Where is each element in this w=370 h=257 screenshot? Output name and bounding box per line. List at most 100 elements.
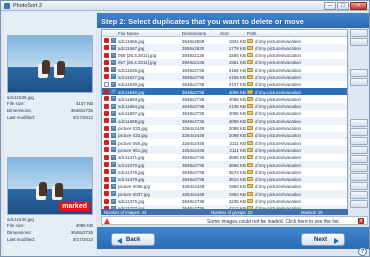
table-row[interactable]: picture 032.jpg 3264x2448 2098 KB d:\my pic… [102,131,347,140]
action-button[interactable] [350,69,368,77]
size-cell: 4096 KB [228,89,246,95]
table-row[interactable]: sdc11378.jpg 3648x2736 3674 KB d:\my pictur… [102,168,347,175]
path-cell: d:\my pictures\vacation [255,38,302,44]
close-warning-icon[interactable]: × [358,218,364,224]
file-size-value: 4137 KB [75,100,93,106]
table-row[interactable]: picture 033.jpg 3264x2448 2098 KB d:\my pic… [102,125,347,132]
action-button[interactable] [350,191,368,199]
folder-icon [247,45,253,50]
mark-checkbox[interactable] [104,183,109,189]
table-row[interactable]: 056 [26.4.2011].jpg 2848x2136 1555 KB d:\my… [102,52,347,59]
mark-checkbox[interactable] [104,52,109,58]
mark-checkbox[interactable] [104,74,109,80]
mark-checkbox[interactable] [104,154,109,160]
table-row[interactable]: sdc11688.jpg 3648x2736 4058 KB d:\my pictur… [102,117,347,125]
action-button[interactable] [350,155,368,163]
action-button[interactable] [350,164,368,172]
next-button[interactable]: Next [301,233,345,246]
table-row[interactable]: sdc11666.jpg 3548x2658 1834 KB d:\my pictur… [102,37,347,44]
table-row[interactable]: sdc11379.jpg 3648x2736 3614 KB d:\my pictur… [102,175,347,183]
header-dimensions[interactable]: Dimensions [182,31,206,36]
table-row[interactable]: sdc11684.jpg 3648x2736 4136 KB d:\my pictur… [102,102,347,110]
mark-checkbox[interactable] [104,162,109,168]
app-icon [4,3,10,9]
group-count: Number of groups: 20 [211,209,253,215]
file-name-cell: sdc11378.jpg [118,169,145,175]
table-row[interactable]: sdc11639.jpg 3648x2736 4137 KB d:\my pictur… [102,81,347,88]
header-path[interactable]: Path [247,31,256,36]
preview-panel: sdc11639.jpg File size: 4137 KB Dimension… [4,13,96,256]
table-row[interactable]: sdc11376.jpg 3648x2736 4236 KB d:\my pictur… [102,198,347,205]
header-file-name[interactable]: File Name [118,31,139,36]
mark-checkbox[interactable] [104,125,109,131]
mark-checkbox[interactable] [104,45,109,51]
action-button[interactable] [350,119,368,127]
table-row[interactable]: sdc11370.jpg 3648x2736 3666 KB d:\my pictur… [102,161,347,169]
mark-checkbox[interactable] [104,81,109,87]
arrow-right-icon [334,237,339,244]
minimize-button[interactable]: – [324,2,336,10]
table-row[interactable]: picture 0036.jpg 3264x2448 1960 KB d:\my pi… [102,183,347,190]
table-row[interactable]: picture 051.jpg 3264x2448 2111 KB d:\my pic… [102,146,347,154]
action-button[interactable] [350,128,368,136]
mark-checkbox[interactable] [104,103,109,109]
action-button[interactable] [350,182,368,190]
marked-count: Marked: 19 [301,209,323,215]
title-bar: PhotoSort 2 – □ × [1,1,369,11]
file-name-cell: sdc11639.jpg [118,82,145,88]
size-cell: 4058 KB [228,118,246,124]
list-header: File Name Dimensions Size Path [102,30,347,37]
action-button[interactable] [350,173,368,181]
action-button[interactable] [350,146,368,154]
action-button[interactable] [350,38,368,46]
mark-checkbox[interactable] [104,176,109,182]
mark-checkbox[interactable] [104,59,109,65]
warning-bar[interactable]: Some images could not be loaded. Click h… [101,216,368,225]
action-button[interactable] [350,200,368,208]
table-row[interactable]: sdc11687.jpg 3648x2736 4065 KB d:\my pictur… [102,110,347,117]
mark-checkbox[interactable] [104,140,109,146]
table-row[interactable]: sdc11667.jpg 3555x2630 1778 KB d:\my pictur… [102,44,347,52]
table-row[interactable]: sdc11627.jpg 3648x2736 4156 KB d:\my pictur… [102,73,347,81]
maximize-button[interactable]: □ [337,2,349,10]
help-icon[interactable]: ? [358,247,367,256]
table-row[interactable]: picture 050.jpg 3264x2448 2111 KB d:\my pic… [102,139,347,146]
warning-text[interactable]: Some images could not be loaded. Click h… [207,219,340,225]
action-button[interactable] [350,137,368,145]
file-name-cell: sdc11627.jpg [118,74,145,80]
action-button[interactable] [350,78,368,86]
mark-checkbox[interactable] [104,96,109,102]
table-row[interactable]: sdc11640.jpg 3648x2736 4096 KB d:\my pictur… [102,88,347,96]
file-name-cell: sdc11666.jpg [118,38,145,44]
file-name-cell: sdc11688.jpg [118,118,145,124]
mark-checkbox[interactable] [104,118,109,124]
close-button[interactable]: × [350,2,367,10]
mark-checkbox[interactable] [104,132,109,138]
file-name-cell: sdc11684.jpg [118,104,145,110]
table-row[interactable]: picture 0037.jpg 3264x2448 1964 KB d:\my pi… [102,190,347,198]
mark-checkbox[interactable] [104,67,109,73]
action-button[interactable] [350,29,368,37]
dimensions-label: Dimensions: [7,107,32,113]
path-cell: d:\my pictures\vacation [255,89,302,95]
preview-image-2: marked [7,157,93,215]
mark-checkbox[interactable] [104,110,109,116]
table-row[interactable]: 057 [26.4.2011].jpg 2848x2136 1561 KB d:\my… [102,58,347,67]
size-cell: 2098 KB [228,126,246,132]
table-row[interactable]: sdc11683.jpg 3648x2736 4096 KB d:\my pictur… [102,95,347,102]
mark-checkbox[interactable] [104,89,109,95]
mark-checkbox[interactable] [104,169,109,175]
mark-checkbox[interactable] [104,191,109,197]
table-row[interactable]: sdc11371.jpg 3648x2736 3696 KB d:\my pictur… [102,154,347,161]
file-name-cell: picture 0036.jpg [118,184,151,190]
last-modified-value: 8/17/2012 [72,237,93,243]
mark-checkbox[interactable] [104,147,109,153]
image-file-icon [111,59,116,65]
header-size[interactable]: Size [220,31,229,36]
mark-checkbox[interactable] [104,198,109,204]
table-row[interactable]: sdc11626.jpg 3648x2736 4156 KB d:\my pictur… [102,66,347,73]
size-cell: 4136 KB [228,104,246,110]
back-button[interactable]: Back [111,233,155,246]
list-rows: sdc11666.jpg 3548x2658 1834 KB d:\my pictur… [102,37,347,213]
mark-checkbox[interactable] [104,38,109,43]
